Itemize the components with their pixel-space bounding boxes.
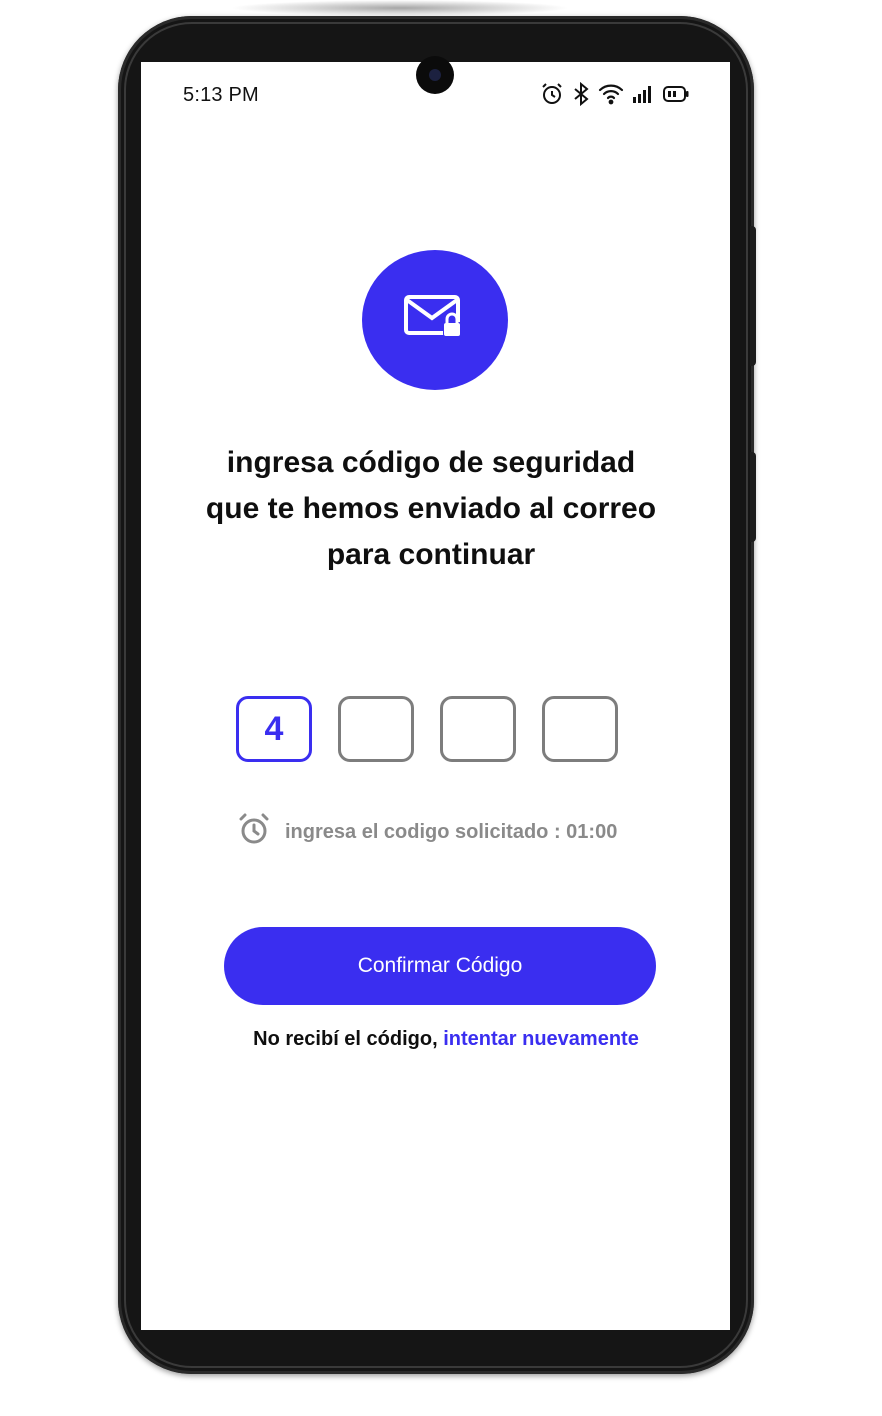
status-time: 5:13 PM xyxy=(183,84,259,106)
mail-lock-icon xyxy=(403,292,467,349)
top-shadow xyxy=(230,0,570,16)
alarm-clock-icon xyxy=(237,812,271,852)
code-digit-3[interactable] xyxy=(440,696,516,762)
resend-row: No recibí el código, intentar nuevamente xyxy=(141,1028,730,1051)
timer-row: ingresa el codigo solicitado : 01:00 xyxy=(237,812,617,852)
phone-screen: 5:13 PM ingresa código de seguridad que … xyxy=(141,62,730,1330)
front-camera xyxy=(416,56,454,94)
wifi-icon xyxy=(598,83,624,105)
alarm-icon xyxy=(540,82,564,106)
mail-lock-badge xyxy=(362,250,508,390)
status-icons xyxy=(540,82,690,106)
code-digit-2[interactable] xyxy=(338,696,414,762)
timer-label: ingresa el codigo solicitado : 01:00 xyxy=(285,820,618,843)
power-button xyxy=(750,452,756,542)
resend-prefix: No recibí el código, xyxy=(253,1028,438,1050)
code-digit-1[interactable]: 4 xyxy=(236,696,312,762)
resend-link[interactable]: intentar nuevamente xyxy=(443,1028,639,1050)
volume-button xyxy=(750,226,756,366)
page-title: ingresa código de seguridad que te hemos… xyxy=(205,446,657,571)
battery-icon xyxy=(662,84,690,104)
signal-icon xyxy=(632,84,654,104)
confirm-code-button[interactable]: Confirmar Código xyxy=(224,927,656,1005)
bluetooth-icon xyxy=(572,82,590,106)
code-input-group: 4 xyxy=(236,696,618,762)
code-digit-4[interactable] xyxy=(542,696,618,762)
stage: 5:13 PM ingresa código de seguridad que … xyxy=(0,0,882,1416)
